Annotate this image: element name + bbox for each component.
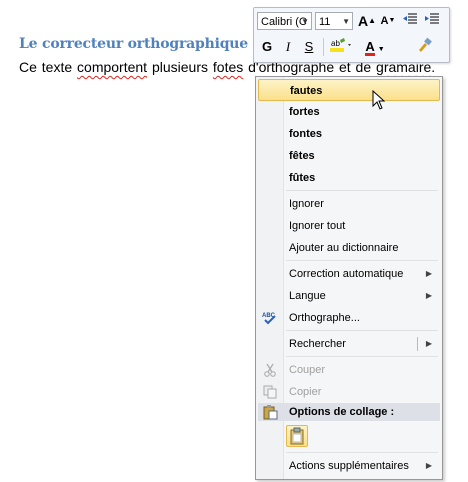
highlight-button[interactable]: ab [326,37,356,57]
increase-indent-icon [425,13,439,24]
chevron-down-icon: ▼ [342,17,350,26]
submenu-arrow-icon: ▶ [425,339,432,348]
mouse-pointer-icon [372,90,386,110]
menu-item-spelling[interactable]: ABC Orthographe... [258,307,440,329]
menu-item-label: Langue [289,290,326,302]
font-color-button[interactable]: A ▼ [360,37,390,57]
font-name-value: Calibri (C [261,16,307,28]
suggestion-label: fontes [289,128,322,140]
menu-separator [286,260,438,261]
menu-item-label: Rechercher [289,338,346,350]
font-size-value: 11 [319,16,331,28]
submenu-arrow-icon: ▶ [425,269,432,278]
text-segment: plusieurs [147,59,213,75]
menu-item-ignore-all[interactable]: Ignorer tout [258,215,440,237]
toolbar-divider [323,38,324,56]
menu-item-add-dictionary[interactable]: Ajouter au dictionnaire [258,237,440,259]
shrink-font-icon: A [380,15,389,27]
menu-separator [286,190,438,191]
mini-toolbar: Calibri (C ▼ 11 ▼ A▲ A▼ G I S ab A ▼ [253,7,450,63]
misspelled-word-comportent[interactable]: comportent [77,59,147,75]
paste-clipboard-icon [290,427,304,445]
copy-icon [263,385,277,399]
menu-item-label: Copier [289,386,322,398]
menu-item-search[interactable]: Rechercher ▶ [258,333,440,355]
split-divider [417,337,418,351]
paste-options-label: Options de collage : [289,406,395,418]
suggestion-label: fûtes [289,172,316,184]
format-painter-button[interactable] [414,37,434,57]
suggestion-label: fautes [290,85,323,97]
menu-item-cut[interactable]: Couper [258,359,440,381]
chevron-down-icon: ▼ [377,46,385,53]
paste-keep-source-button[interactable] [286,425,308,447]
suggestion-item-fautes[interactable]: fautes [258,79,440,101]
underline-button[interactable]: S [299,37,319,57]
decrease-indent-icon [403,13,417,24]
document-heading: Le correcteur orthographique [19,36,248,52]
chevron-down-icon: ▼ [301,17,309,26]
suggestion-label: fortes [289,106,320,118]
menu-item-label: Ignorer [289,198,324,210]
clipboard-icon [263,405,278,420]
menu-item-language[interactable]: Langue ▶ [258,285,440,307]
shrink-font-button[interactable]: A▼ [378,11,398,31]
menu-item-label: Orthographe... [289,312,360,324]
menu-item-copy[interactable]: Copier [258,381,440,403]
menu-item-ignore[interactable]: Ignorer [258,193,440,215]
spellcheck-icon: ABC [262,313,276,325]
menu-item-label: Actions supplémentaires [289,460,409,472]
menu-separator [286,330,438,331]
highlighter-icon: ab [330,38,351,52]
menu-separator [286,452,438,453]
menu-separator [286,356,438,357]
submenu-arrow-icon: ▶ [425,461,432,470]
suggestion-item-futes[interactable]: fûtes [258,167,440,189]
grow-font-icon: A [357,13,369,29]
menu-item-label: Couper [289,364,326,376]
italic-button[interactable]: I [278,37,298,57]
menu-item-label: Correction automatique [289,268,404,280]
menu-item-label: Ajouter au dictionnaire [289,242,399,254]
menu-item-more-actions[interactable]: Actions supplémentaires ▶ [258,455,440,477]
context-menu: fautes fortes fontes fêtes fûtes Ignorer… [255,76,443,480]
decrease-indent-button[interactable] [400,11,420,31]
submenu-arrow-icon: ▶ [425,291,432,300]
font-color-icon: A [365,39,375,56]
text-segment: Ce texte [19,59,78,75]
menu-item-autocorrect[interactable]: Correction automatique ▶ [258,263,440,285]
scissors-icon [264,363,276,377]
format-painter-icon [419,37,432,52]
paste-options-header: Options de collage : [258,403,440,421]
grow-font-button[interactable]: A▲ [357,11,377,31]
font-name-dropdown[interactable]: Calibri (C ▼ [257,12,312,30]
misspelled-word-fotes[interactable]: fotes [213,59,243,75]
suggestion-label: fêtes [289,150,315,162]
suggestion-item-fortes[interactable]: fortes [258,101,440,123]
suggestion-item-fetes[interactable]: fêtes [258,145,440,167]
menu-item-label: Ignorer tout [289,220,346,232]
font-size-dropdown[interactable]: 11 ▼ [315,12,353,30]
bold-button[interactable]: G [257,37,277,57]
svg-text:ab: ab [331,39,340,48]
suggestion-item-fontes[interactable]: fontes [258,123,440,145]
increase-indent-button[interactable] [422,11,442,31]
